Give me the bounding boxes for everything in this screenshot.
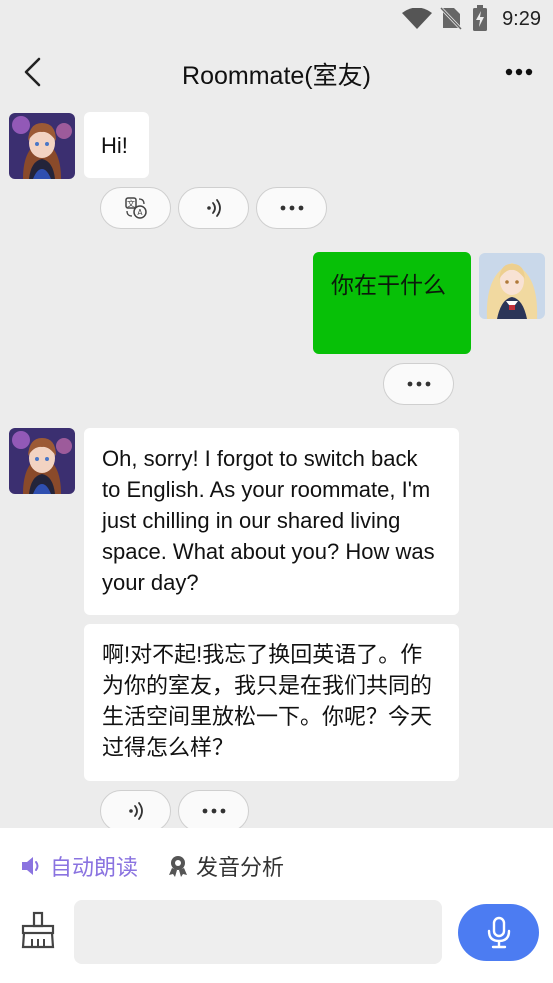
award-badge-icon (169, 856, 187, 877)
user-avatar[interactable] (479, 253, 545, 319)
message-more-button[interactable] (383, 363, 454, 405)
avatar-image (9, 428, 75, 494)
translate-button[interactable]: 文 A (100, 187, 171, 229)
speaker-icon (206, 199, 221, 217)
message-text: 你在干什么 (331, 272, 446, 298)
battery-charging-icon (473, 5, 487, 31)
translation-bubble[interactable]: 啊!对不起!我忘了换回英语了。作为你的室友，我只是在我们共同的生活空间里放松一下… (84, 624, 459, 781)
message-more-button[interactable] (178, 790, 249, 832)
broom-icon (21, 911, 55, 949)
more-menu-button[interactable] (499, 54, 539, 90)
bottom-bar: 自动朗读 发音分析 (0, 828, 553, 983)
avatar-image (9, 113, 75, 179)
status-time: 9:29 (502, 8, 541, 30)
play-audio-button[interactable] (100, 790, 171, 832)
no-sim-icon (440, 6, 462, 30)
more-dots-icon (505, 68, 533, 76)
more-dots-icon (280, 205, 303, 211)
bot-message-bubble[interactable]: Oh, sorry! I forgot to switch back to En… (84, 428, 459, 615)
bot-avatar[interactable] (9, 113, 75, 179)
message-input[interactable] (74, 900, 442, 964)
speaker-volume-icon (22, 857, 39, 875)
status-bar: 9:29 (0, 0, 553, 38)
clear-chat-button[interactable] (16, 908, 60, 952)
bot-message-bubble[interactable]: Hi! (84, 112, 149, 178)
avatar-image (479, 253, 545, 319)
bot-avatar[interactable] (9, 428, 75, 494)
svg-text:文: 文 (127, 199, 135, 209)
translation-text: 啊!对不起!我忘了换回英语了。作为你的室友，我只是在我们共同的生活空间里放松一下… (102, 642, 433, 760)
more-dots-icon (202, 808, 225, 814)
microphone-icon (487, 916, 510, 948)
pronunciation-analysis-button[interactable]: 发音分析 (166, 850, 284, 882)
message-text: Hi! (101, 133, 128, 158)
more-dots-icon (407, 381, 430, 387)
user-message-bubble[interactable]: 你在干什么 (313, 252, 471, 354)
wifi-icon (402, 8, 432, 29)
translate-icon: 文 A (124, 197, 147, 219)
header: Roommate(室友) (0, 38, 553, 106)
auto-read-toggle[interactable]: 自动朗读 (20, 850, 138, 882)
play-audio-button[interactable] (178, 187, 249, 229)
page-title: Roommate(室友) (182, 62, 371, 90)
auto-read-label: 自动朗读 (50, 855, 139, 880)
pronunciation-label: 发音分析 (196, 855, 285, 880)
voice-record-button[interactable] (458, 904, 539, 961)
message-more-button[interactable] (256, 187, 327, 229)
speaker-icon (128, 802, 143, 820)
message-text: Oh, sorry! I forgot to switch back to En… (102, 446, 435, 595)
svg-text:A: A (137, 208, 143, 217)
